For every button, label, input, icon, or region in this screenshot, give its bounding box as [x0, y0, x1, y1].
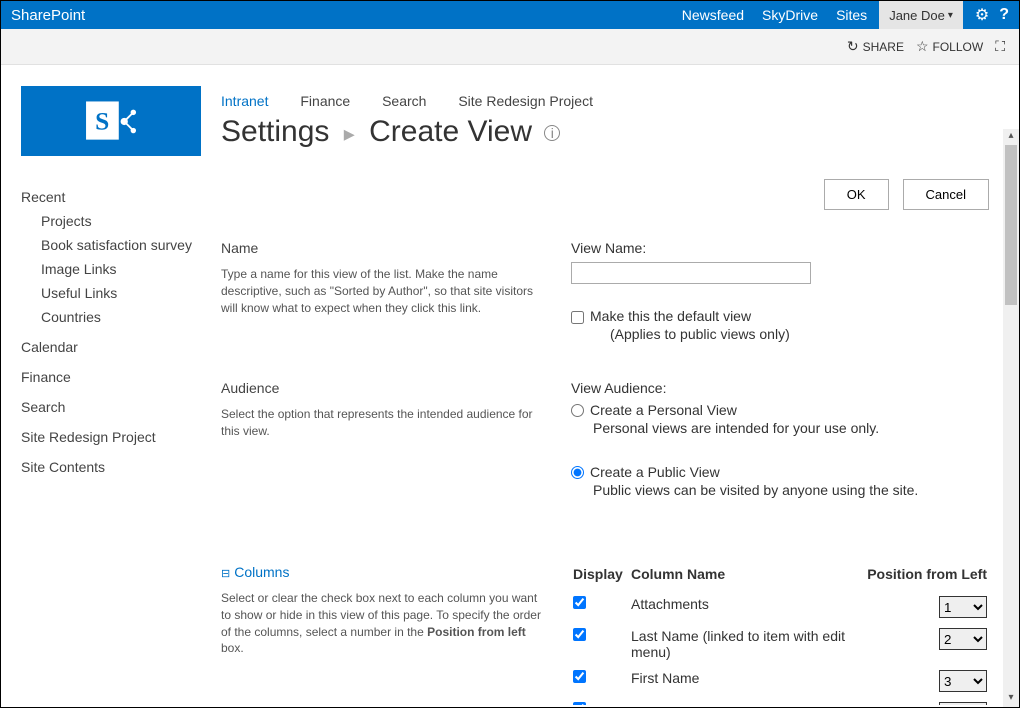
scrollbar[interactable]: ▴ ▾ — [1003, 129, 1019, 707]
breadcrumb: Intranet Finance Search Site Redesign Pr… — [221, 93, 989, 109]
nav-sub-image[interactable]: Image Links — [41, 261, 201, 277]
radio-personal-sub: Personal views are intended for your use… — [593, 420, 989, 436]
th-colname: Column Name — [631, 566, 865, 590]
section-name-heading: Name — [221, 240, 543, 256]
col-position-select[interactable]: 2 — [939, 628, 987, 650]
col-name: First Name — [631, 666, 865, 696]
ribbon: SharePoint Newsfeed SkyDrive Sites Jane … — [1, 1, 1019, 29]
user-menu[interactable]: Jane Doe ▾ — [879, 1, 963, 29]
view-name-input[interactable] — [571, 262, 811, 284]
section-audience-desc: Select the option that represents the in… — [221, 406, 543, 440]
radio-personal-label: Create a Personal View — [590, 402, 737, 418]
share-button[interactable]: ↻ SHARE — [847, 38, 904, 55]
nav-redesign[interactable]: Site Redesign Project — [21, 429, 201, 445]
star-icon: ☆ — [916, 38, 929, 55]
view-name-label: View Name: — [571, 240, 989, 256]
table-row: First Name 3 — [573, 666, 987, 696]
help-icon[interactable]: ? — [999, 6, 1009, 24]
col-name: Attachments — [631, 592, 865, 622]
section-audience-heading: Audience — [221, 380, 543, 396]
share-icon: ↻ — [847, 38, 859, 55]
info-icon[interactable]: i — [544, 125, 560, 141]
section-columns-heading[interactable]: ⊟Columns — [221, 564, 543, 580]
columns-table: Display Column Name Position from Left A… — [571, 564, 989, 705]
table-row: Company 4 — [573, 698, 987, 705]
ok-button[interactable]: OK — [824, 179, 889, 210]
ribbon-link-newsfeed[interactable]: Newsfeed — [682, 7, 744, 23]
default-view-checkbox[interactable] — [571, 311, 584, 324]
nav-contents[interactable]: Site Contents — [21, 459, 201, 475]
ribbon-links: Newsfeed SkyDrive Sites — [682, 7, 867, 23]
subbar: ↻ SHARE ☆ FOLLOW ⛶ — [1, 29, 1019, 65]
default-view-label: Make this the default view — [590, 308, 790, 324]
focus-icon[interactable]: ⛶ — [995, 38, 1005, 55]
scroll-down-icon[interactable]: ▾ — [1003, 691, 1019, 707]
col-name: Last Name (linked to item with edit menu… — [631, 624, 865, 664]
page-title: Settings ▸ Create View i — [221, 115, 989, 149]
ribbon-link-sites[interactable]: Sites — [836, 7, 867, 23]
nav-finance[interactable]: Finance — [21, 369, 201, 385]
th-display: Display — [573, 566, 629, 590]
crumb-redesign[interactable]: Site Redesign Project — [458, 93, 593, 109]
section-name-desc: Type a name for this view of the list. M… — [221, 266, 543, 316]
cancel-button[interactable]: Cancel — [903, 179, 989, 210]
follow-button[interactable]: ☆ FOLLOW — [916, 38, 983, 55]
col-position-select[interactable]: 4 — [939, 702, 987, 705]
collapse-icon: ⊟ — [221, 568, 230, 580]
th-position: Position from Left — [867, 566, 987, 590]
nav-sub-book[interactable]: Book satisfaction survey — [41, 237, 201, 253]
col-position-select[interactable]: 3 — [939, 670, 987, 692]
table-row: Attachments 1 — [573, 592, 987, 622]
radio-public-label: Create a Public View — [590, 464, 720, 480]
default-view-sublabel: (Applies to public views only) — [610, 326, 790, 342]
radio-public[interactable] — [571, 466, 584, 479]
view-audience-label: View Audience: — [571, 380, 989, 396]
app-title: SharePoint — [11, 7, 682, 24]
col-checkbox[interactable] — [573, 702, 586, 705]
radio-public-sub: Public views can be visited by anyone us… — [593, 482, 989, 498]
nav-search[interactable]: Search — [21, 399, 201, 415]
ribbon-link-skydrive[interactable]: SkyDrive — [762, 7, 818, 23]
scroll-thumb[interactable] — [1005, 145, 1017, 305]
nav-recent[interactable]: Recent — [21, 189, 201, 205]
caret-down-icon: ▾ — [948, 10, 953, 21]
scroll-up-icon[interactable]: ▴ — [1003, 129, 1019, 145]
crumb-intranet[interactable]: Intranet — [221, 93, 268, 109]
user-name: Jane Doe — [889, 8, 945, 23]
nav-sub-projects[interactable]: Projects — [41, 213, 201, 229]
radio-personal[interactable] — [571, 404, 584, 417]
col-checkbox[interactable] — [573, 596, 586, 609]
section-columns-desc: Select or clear the check box next to ea… — [221, 590, 543, 657]
nav-calendar[interactable]: Calendar — [21, 339, 201, 355]
chevron-right-icon: ▸ — [344, 121, 355, 146]
table-row: Last Name (linked to item with edit menu… — [573, 624, 987, 664]
nav-sub-countries[interactable]: Countries — [41, 309, 201, 325]
nav-sub-useful[interactable]: Useful Links — [41, 285, 201, 301]
left-nav: Recent Projects Book satisfaction survey… — [1, 65, 201, 707]
col-checkbox[interactable] — [573, 628, 586, 641]
crumb-search[interactable]: Search — [382, 93, 426, 109]
gear-icon[interactable]: ⚙ — [975, 5, 989, 25]
col-position-select[interactable]: 1 — [939, 596, 987, 618]
col-checkbox[interactable] — [573, 670, 586, 683]
col-name: Company — [631, 698, 865, 705]
crumb-finance[interactable]: Finance — [300, 93, 350, 109]
